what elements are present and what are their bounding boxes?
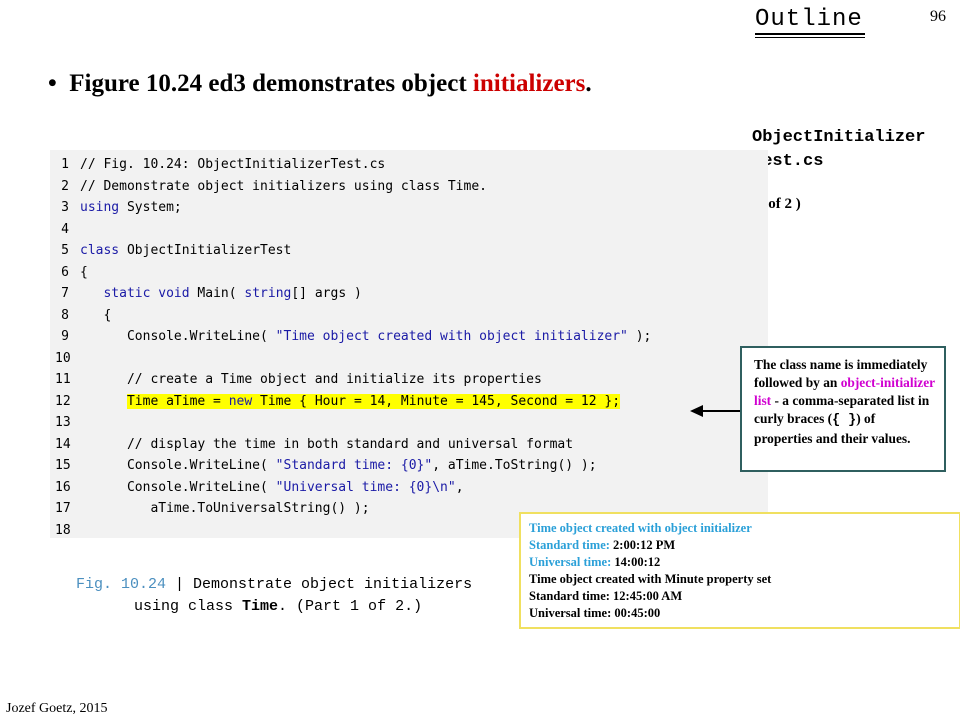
page-number: 96: [930, 8, 946, 25]
line-number: 15: [55, 458, 71, 473]
code-text: Console.WriteLine( "Universal time: {0}\…: [80, 479, 464, 495]
output-line: Standard time: 2:00:12 PM: [529, 538, 676, 552]
arrow-left-icon: [690, 405, 703, 417]
line-number: 6: [61, 264, 69, 280]
callout-box: The class name is immediately followed b…: [740, 346, 946, 472]
figure-caption-line1: Demonstrate object initializers: [193, 576, 473, 593]
file-name-line1: ObjectInitializer: [752, 128, 926, 147]
line-number: 16: [55, 479, 71, 495]
callout-braces: { }: [832, 413, 857, 428]
line-number: 17: [55, 501, 71, 516]
code-text: aTime.ToUniversalString() );: [80, 501, 370, 516]
bullet-highlight: initializers: [472, 70, 586, 97]
outline-title: Outline: [755, 6, 863, 33]
file-name-line2: Test.cs: [752, 152, 824, 171]
outline-underline: [755, 33, 865, 35]
code-text: Console.WriteLine( "Standard time: {0}",…: [80, 458, 597, 473]
figure-caption: Fig. 10.24 | Demonstrate object initiali…: [76, 574, 472, 618]
line-number: 2: [61, 178, 69, 194]
code-text: // Demonstrate object initializers using…: [80, 178, 487, 194]
bullet-text: Figure 10.24 ed3 demonstrates object: [69, 70, 473, 97]
code-text: {: [80, 264, 88, 280]
code-text: Console.WriteLine( "Time object created …: [80, 329, 652, 344]
figure-caption-line2-pre: using class: [134, 598, 243, 615]
figure-caption-code: Time: [242, 598, 279, 615]
code-text: // create a Time object and initialize i…: [80, 372, 542, 387]
code-text: Time aTime = new Time { Hour = 14, Minut…: [126, 393, 621, 409]
file-name-caption: ObjectInitializer Test.cs: [752, 126, 925, 174]
figure-separator: |: [166, 576, 194, 593]
code-text: // Fig. 10.24: ObjectInitializerTest.cs: [80, 157, 386, 172]
output-line: Time object created with object initiali…: [529, 521, 752, 535]
line-number: 8: [61, 307, 69, 323]
code-text: class ObjectInitializerTest: [80, 243, 292, 258]
code-text: {: [80, 307, 112, 323]
line-number: 5: [61, 243, 69, 258]
line-number: 9: [61, 329, 69, 344]
figure-label: Fig. 10.24: [76, 576, 167, 593]
line-number: 14: [55, 436, 71, 452]
line-number: 10: [55, 350, 71, 366]
line-number: 11: [55, 372, 71, 387]
code-text: using System;: [80, 200, 182, 215]
line-number: 12: [55, 393, 71, 409]
line-number: 1: [61, 157, 69, 172]
line-number: 13: [55, 415, 71, 430]
code-text: // display the time in both standard and…: [80, 436, 574, 452]
output-line: Universal time: 14:00:12: [529, 555, 661, 569]
figure-caption-line2-post: . (Part 1 of 2.): [278, 598, 423, 615]
code-listing: 1 // Fig. 10.24: ObjectInitializerTest.cs…: [50, 150, 768, 538]
line-number: 3: [61, 200, 69, 215]
output-line: Time object created with Minute property…: [529, 572, 772, 586]
output-line: Universal time: 00:45:00: [529, 606, 661, 620]
footer-author: Jozef Goetz, 2015: [6, 701, 108, 716]
outline-underline-thin: [755, 37, 865, 38]
output-line: Standard time: 12:45:00 AM: [529, 589, 683, 603]
program-output: Time object created with object initiali…: [519, 512, 960, 629]
line-number: 18: [55, 522, 71, 538]
bullet-period: .: [585, 70, 592, 97]
code-text: static void Main( string[] args ): [103, 286, 362, 301]
callout-arrow-line: [702, 410, 740, 412]
line-number: 7: [61, 286, 69, 301]
bullet-heading: • Figure 10.24 ed3 demonstrates object i…: [48, 68, 592, 100]
bullet-dot: •: [48, 70, 57, 97]
line-number: 4: [61, 221, 69, 237]
